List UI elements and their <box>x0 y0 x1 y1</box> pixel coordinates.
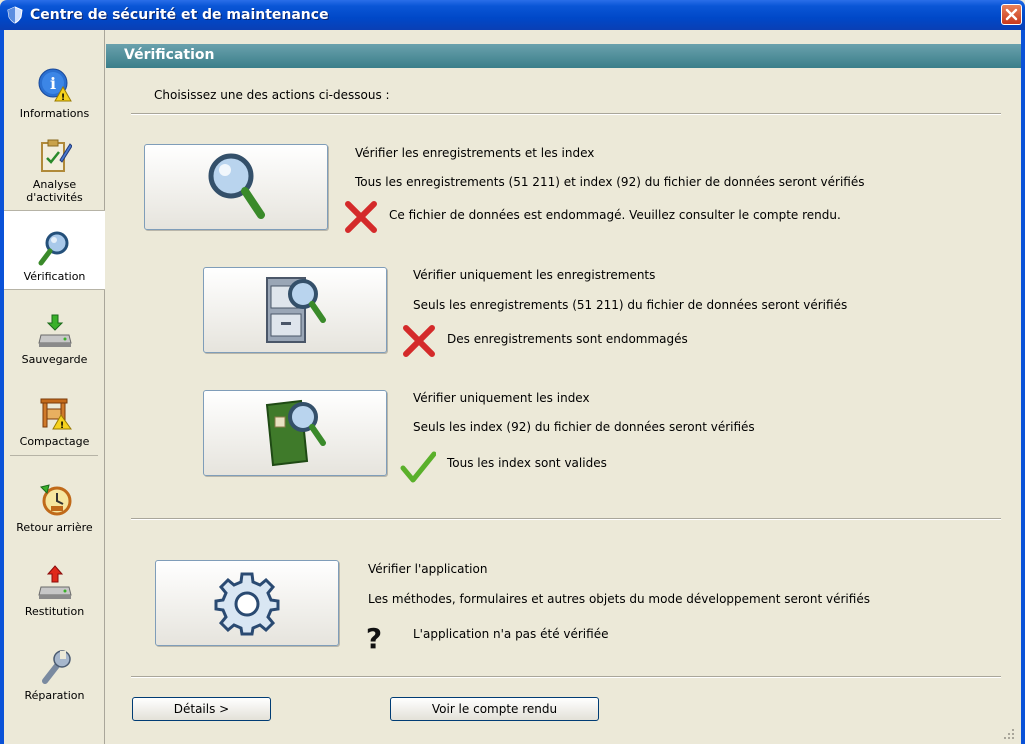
title-bar: Centre de sécurité et de maintenance <box>0 0 1025 30</box>
verify-records-only-button[interactable] <box>203 267 387 353</box>
sidebar: i ! Informations Analyse d'activités Vér… <box>4 30 105 744</box>
error-x-icon <box>345 201 377 233</box>
details-button[interactable]: Détails > <box>132 697 271 721</box>
question-icon: ? <box>366 622 382 654</box>
action-title: Vérifier uniquement les enregistrements <box>413 268 656 282</box>
magnifier-icon <box>208 153 265 219</box>
sidebar-item-verification[interactable]: Vérification <box>4 210 105 290</box>
action-status: Des enregistrements sont endommagés <box>447 332 688 346</box>
sidebar-item-reparation[interactable]: Réparation <box>4 626 105 708</box>
clipboard-analysis-icon <box>40 139 72 172</box>
rollback-clock-icon <box>39 484 71 516</box>
sidebar-separator <box>10 455 98 456</box>
action-title: Vérifier uniquement les index <box>413 391 590 405</box>
check-icon <box>400 451 436 483</box>
svg-text:!: ! <box>60 93 64 103</box>
close-icon <box>1005 8 1018 21</box>
action-description: Les méthodes, formulaires et autres obje… <box>368 592 870 606</box>
sidebar-item-label: Informations <box>19 107 90 120</box>
action-title: Vérifier l'application <box>368 562 488 576</box>
action-description: Seuls les enregistrements (51 211) du fi… <box>413 298 848 312</box>
action-description: Tous les enregistrements (51 211) et ind… <box>355 175 865 189</box>
action-title: Vérifier les enregistrements et les inde… <box>355 146 595 160</box>
sidebar-item-label: Compactage <box>19 435 90 448</box>
svg-text:?: ? <box>366 622 382 654</box>
sidebar-item-restitution[interactable]: Restitution <box>4 542 105 624</box>
action-status: Ce fichier de données est endommagé. Veu… <box>389 208 841 222</box>
sidebar-item-compactage[interactable]: ! Compactage <box>4 374 105 454</box>
backup-drive-icon <box>37 314 72 347</box>
window-title: Centre de sécurité et de maintenance <box>30 7 329 23</box>
wrench-icon <box>41 650 71 684</box>
sidebar-item-informations[interactable]: i ! Informations <box>4 46 105 126</box>
sidebar-item-retour-arriere[interactable]: Retour arrière <box>4 460 105 540</box>
book-magnifier-icon <box>265 399 326 467</box>
main-panel: Vérification Choisissez une des actions … <box>106 30 1021 744</box>
info-warning-icon: i ! <box>38 68 72 103</box>
window-frame-right <box>1021 30 1025 744</box>
svg-text:!: ! <box>59 421 63 431</box>
file-cabinet-magnifier-icon <box>266 277 326 343</box>
resize-grip-icon[interactable] <box>1003 728 1015 740</box>
divider <box>131 113 1001 115</box>
sidebar-item-analyse[interactable]: Analyse d'activités <box>4 128 105 210</box>
action-description: Seuls les index (92) du fichier de donné… <box>413 420 755 434</box>
error-x-icon <box>403 325 435 357</box>
sidebar-item-label: Analyse d'activités <box>26 178 83 204</box>
restore-drive-icon <box>37 565 72 599</box>
intro-text: Choisissez une des actions ci-dessous : <box>154 88 390 102</box>
sidebar-item-sauvegarde[interactable]: Sauvegarde <box>4 292 105 372</box>
verify-records-and-index-button[interactable] <box>144 144 328 230</box>
gear-icon <box>214 572 280 636</box>
action-status: L'application n'a pas été vérifiée <box>413 627 609 641</box>
sidebar-item-label: Réparation <box>24 689 85 702</box>
sidebar-item-label: Sauvegarde <box>21 353 88 366</box>
section-header: Vérification <box>106 44 1021 68</box>
divider <box>131 518 1001 520</box>
verify-index-only-button[interactable] <box>203 390 387 476</box>
divider <box>131 676 1001 678</box>
sidebar-item-label: Restitution <box>24 605 85 618</box>
magnifier-icon <box>38 231 68 266</box>
sidebar-item-label: Retour arrière <box>16 521 93 534</box>
verify-application-button[interactable] <box>155 560 339 646</box>
compact-press-icon: ! <box>40 398 72 431</box>
view-report-button[interactable]: Voir le compte rendu <box>390 697 599 721</box>
sidebar-item-label: Vérification <box>23 270 86 283</box>
shield-icon <box>7 6 23 24</box>
svg-text:i: i <box>49 74 55 93</box>
action-status: Tous les index sont valides <box>447 456 607 470</box>
close-button[interactable] <box>1001 4 1022 25</box>
